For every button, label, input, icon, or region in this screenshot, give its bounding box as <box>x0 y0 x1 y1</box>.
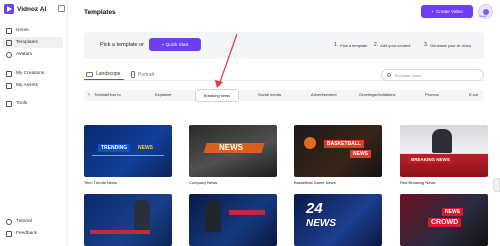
avatar-icon <box>6 51 12 58</box>
plus-icon: + <box>431 9 434 14</box>
sidebar: Vidnoz AI Home Templates Avatars My Crea… <box>0 0 68 246</box>
template-name: Tech Trends News <box>84 180 117 185</box>
tab-landscape[interactable]: Landscope <box>86 71 120 77</box>
category-explainer[interactable]: Explainer <box>155 92 172 97</box>
template-badge: CROWD <box>428 218 462 227</box>
sidebar-item-label: Tools <box>16 101 28 106</box>
template-name: Red Breaking News <box>400 180 436 185</box>
side-panel-toggle[interactable] <box>493 178 500 192</box>
user-label: Guest <box>479 14 488 18</box>
decor-stripe <box>229 210 265 215</box>
portrait-icon <box>131 71 135 78</box>
template-card[interactable]: TRENDING NEWS <box>84 125 172 177</box>
decor-line <box>92 155 164 156</box>
presenter-figure <box>205 200 221 232</box>
page-title: Templates <box>84 9 116 16</box>
basketball-icon <box>304 137 316 149</box>
sidebar-item-label: Templates <box>16 40 38 45</box>
quick-start-button[interactable]: + Quick Start <box>149 38 201 51</box>
sidebar-item-label: My Creations <box>16 71 45 76</box>
step-2: 2. Add your content <box>374 42 411 48</box>
step-1: 1. Pick a template <box>334 42 368 48</box>
category-promos[interactable]: Promos <box>425 92 439 97</box>
search-icon <box>387 73 391 77</box>
template-badge: BASKETBALL <box>324 140 364 148</box>
template-card[interactable] <box>84 194 172 246</box>
pick-template-banner: Pick a template or + Quick Start 1. Pick… <box>84 32 484 59</box>
sidebar-item-tutorial[interactable]: Tutorial <box>3 216 63 227</box>
app-name: Vidnoz AI <box>17 5 47 13</box>
templates-icon <box>6 39 12 46</box>
app-logo[interactable]: Vidnoz AI <box>4 4 46 14</box>
category-strip: ‹ Tutorial/How to Explainer Social media… <box>84 90 484 101</box>
sidebar-item-templates[interactable]: Templates <box>3 37 63 48</box>
template-badge: NEWS <box>442 208 463 216</box>
category-advertisement[interactable]: Advertisement <box>311 92 337 97</box>
home-icon <box>6 27 12 34</box>
template-badge: NEWS <box>306 218 336 229</box>
template-badge: NEWS <box>138 145 153 151</box>
template-card[interactable]: 24 NEWS <box>294 194 382 246</box>
step-3: 3. Generate your AI video <box>424 42 472 48</box>
template-card[interactable]: NEWS <box>189 125 277 177</box>
category-greetings[interactable]: Greetings/Invitations <box>359 92 395 97</box>
sidebar-item-label: Feedback <box>16 231 38 236</box>
template-badge: NEWS <box>350 150 371 158</box>
category-breaking-news[interactable]: Breaking news <box>195 89 239 102</box>
feedback-icon <box>6 230 12 237</box>
tutorial-icon <box>6 218 12 225</box>
sidebar-item-label: Tutorial <box>16 219 32 224</box>
folder-icon <box>6 70 12 77</box>
template-card[interactable] <box>189 194 277 246</box>
template-name: Basketball Game News <box>294 180 336 185</box>
presenter-figure <box>134 200 150 230</box>
landscape-icon <box>86 71 93 77</box>
category-social-media[interactable]: Social media <box>258 92 281 97</box>
create-video-button[interactable]: + Create Video <box>421 5 473 18</box>
banner-text: Pick a template or <box>100 42 145 48</box>
template-card[interactable]: BASKETBALL NEWS <box>294 125 382 177</box>
template-name: Company News <box>189 180 218 185</box>
sidebar-item-tools[interactable]: Tools <box>3 98 63 109</box>
decor-stripe <box>90 230 150 234</box>
sidebar-item-my-creations[interactable]: My Creations <box>3 68 63 79</box>
collapse-sidebar-icon[interactable] <box>58 5 65 12</box>
template-badge: NEWS <box>219 143 243 152</box>
template-badge: BREAKING NEWS <box>408 156 453 163</box>
assets-icon <box>6 82 12 89</box>
category-tutorial[interactable]: Tutorial/How to <box>94 92 121 97</box>
active-tab-indicator <box>84 79 124 81</box>
sidebar-item-home[interactable]: Home <box>3 25 63 36</box>
sidebar-item-label: Avatars <box>16 52 33 57</box>
sidebar-item-label: Home <box>16 28 29 33</box>
sidebar-item-avatars[interactable]: Avatars <box>3 49 63 60</box>
sidebar-item-label: My Assets <box>16 83 38 88</box>
template-badge: 24 <box>306 200 323 217</box>
chevron-left-icon[interactable]: ‹ <box>85 91 93 100</box>
template-search-input[interactable]: Template name <box>381 69 484 81</box>
template-badge: TRENDING <box>98 144 131 152</box>
tab-portrait[interactable]: Portrait <box>131 71 154 78</box>
sidebar-item-feedback[interactable]: Feedback <box>3 228 63 239</box>
vidnoz-logo-icon <box>4 4 14 14</box>
tools-icon <box>6 100 12 107</box>
category-ecommerce[interactable]: E-cor <box>469 92 479 97</box>
sidebar-item-my-assets[interactable]: My Assets <box>3 80 63 91</box>
presenter-figure <box>432 129 452 153</box>
create-video-label: Create Video <box>435 9 463 14</box>
template-card[interactable]: NEWS CROWD <box>400 194 488 246</box>
template-card[interactable]: BREAKING NEWS <box>400 125 488 177</box>
